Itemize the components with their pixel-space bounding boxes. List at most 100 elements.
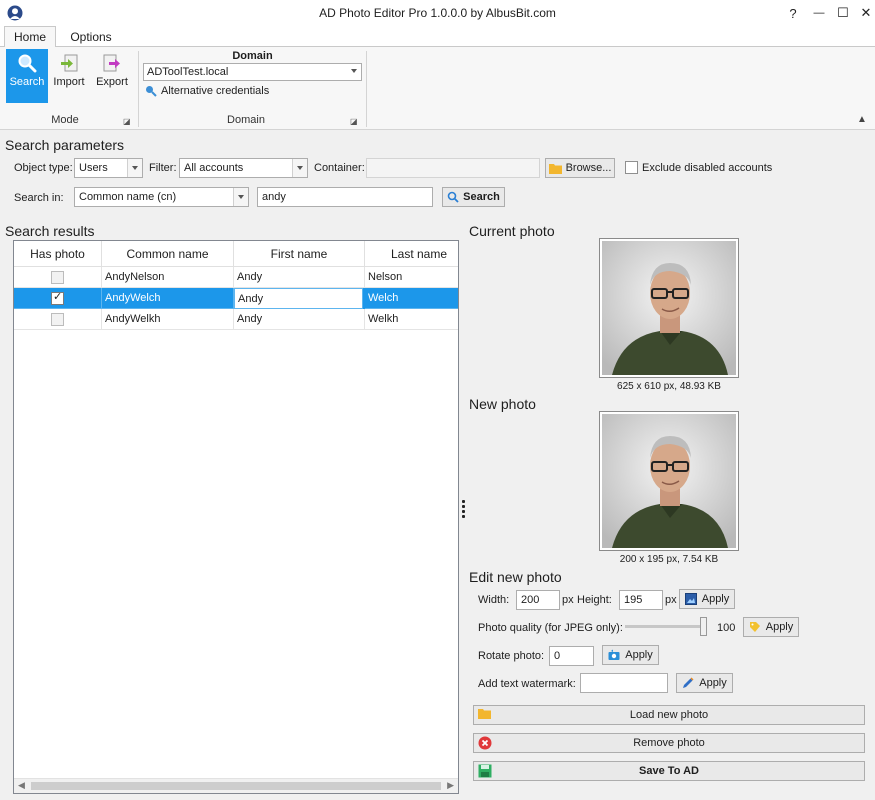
ribbon-tabs: Home Options bbox=[0, 26, 875, 46]
splitter-handle[interactable] bbox=[462, 500, 465, 518]
tab-options[interactable]: Options bbox=[62, 26, 120, 47]
ribbon-divider bbox=[138, 51, 139, 127]
help-button[interactable]: ? bbox=[780, 2, 806, 24]
remove-photo-label: Remove photo bbox=[633, 737, 705, 749]
rotate-label: Rotate photo: bbox=[478, 650, 544, 662]
apply-watermark-button[interactable]: Apply bbox=[676, 673, 733, 693]
first-name-cell: Andy bbox=[234, 288, 363, 309]
search-button[interactable]: Search bbox=[442, 187, 505, 207]
ribbon-divider bbox=[366, 51, 367, 127]
save-to-ad-label: Save To AD bbox=[639, 765, 699, 777]
height-input[interactable]: 195 bbox=[619, 590, 663, 610]
import-icon bbox=[59, 53, 79, 73]
window-title: AD Photo Editor Pro 1.0.0.0 by AlbusBit.… bbox=[0, 6, 875, 20]
scroll-right-icon[interactable]: ▶ bbox=[447, 780, 454, 791]
container-label: Container: bbox=[314, 162, 365, 174]
watermark-label: Add text watermark: bbox=[478, 678, 576, 690]
column-header-last-name[interactable]: Last name bbox=[365, 241, 459, 267]
quality-slider-track[interactable] bbox=[625, 625, 707, 628]
last-name-cell: Welkh bbox=[365, 309, 459, 330]
browse-label: Browse... bbox=[566, 162, 612, 174]
save-to-ad-button[interactable]: Save To AD bbox=[473, 761, 865, 781]
apply-quality-label: Apply bbox=[766, 621, 794, 633]
rotate-input[interactable]: 0 bbox=[549, 646, 594, 666]
filter-value: All accounts bbox=[184, 162, 243, 174]
chevron-down-icon bbox=[127, 159, 142, 177]
tab-home[interactable]: Home bbox=[4, 26, 56, 47]
column-header-has-photo[interactable]: Has photo bbox=[14, 241, 102, 267]
search-in-value: Common name (cn) bbox=[79, 191, 176, 203]
object-type-select[interactable]: Users bbox=[74, 158, 143, 178]
object-type-label: Object type: bbox=[14, 162, 73, 174]
export-button[interactable]: Export bbox=[91, 49, 133, 103]
rotate-camera-icon bbox=[608, 649, 620, 661]
search-mode-button[interactable]: Search bbox=[6, 49, 48, 103]
table-row[interactable]: AndyWelkh Andy Welkh bbox=[14, 309, 459, 330]
exclude-disabled-checkbox[interactable] bbox=[625, 161, 638, 174]
search-button-label: Search bbox=[463, 191, 500, 203]
has-photo-checkbox bbox=[51, 313, 64, 326]
has-photo-checkbox bbox=[51, 292, 64, 305]
folder-icon bbox=[549, 163, 562, 174]
close-button[interactable]: ✕ bbox=[853, 2, 875, 24]
watermark-input[interactable] bbox=[580, 673, 668, 693]
chevron-down-icon bbox=[292, 159, 307, 177]
first-name-cell: Andy bbox=[234, 309, 365, 330]
domain-select-value: ADToolTest.local bbox=[147, 66, 228, 78]
minimize-button[interactable]: — bbox=[806, 2, 832, 24]
filter-select[interactable]: All accounts bbox=[179, 158, 308, 178]
mode-launcher-icon[interactable]: ◪ bbox=[123, 117, 131, 126]
search-query-input[interactable]: andy bbox=[257, 187, 433, 207]
search-in-select[interactable]: Common name (cn) bbox=[74, 187, 249, 207]
search-mode-label: Search bbox=[10, 76, 45, 88]
last-name-cell: Welch bbox=[365, 288, 459, 309]
key-icon bbox=[145, 85, 157, 97]
width-input[interactable]: 200 bbox=[516, 590, 560, 610]
scroll-left-icon[interactable]: ◀ bbox=[18, 780, 25, 791]
apply-rotate-label: Apply bbox=[625, 649, 653, 661]
grid-header: Has photo Common name First name Last na… bbox=[14, 241, 459, 267]
table-row-selected[interactable]: AndyWelch Andy Welch bbox=[14, 288, 459, 309]
browse-button[interactable]: Browse... bbox=[545, 158, 615, 178]
has-photo-cell bbox=[14, 288, 102, 309]
collapse-ribbon-icon[interactable]: ▲ bbox=[857, 114, 867, 125]
pen-icon bbox=[682, 677, 694, 689]
export-label: Export bbox=[96, 76, 128, 88]
height-unit: px bbox=[665, 594, 677, 606]
last-name-cell: Nelson bbox=[365, 267, 459, 288]
load-new-photo-button[interactable]: Load new photo bbox=[473, 705, 865, 725]
magnifier-icon bbox=[17, 53, 37, 73]
common-name-cell: AndyNelson bbox=[102, 267, 234, 288]
remove-photo-button[interactable]: Remove photo bbox=[473, 733, 865, 753]
quality-value: 100 bbox=[717, 622, 735, 634]
apply-resize-button[interactable]: Apply bbox=[679, 589, 735, 609]
horizontal-scrollbar[interactable]: ◀ ▶ bbox=[14, 778, 458, 793]
container-field[interactable] bbox=[366, 158, 540, 178]
current-photo-image bbox=[602, 241, 736, 375]
search-results-title: Search results bbox=[5, 223, 94, 239]
apply-watermark-label: Apply bbox=[699, 677, 727, 689]
mode-group-label: Mode bbox=[0, 114, 130, 126]
export-icon bbox=[102, 53, 122, 73]
resize-image-icon bbox=[685, 593, 697, 605]
has-photo-cell bbox=[14, 309, 102, 330]
save-disk-icon bbox=[478, 764, 492, 778]
import-button[interactable]: Import bbox=[48, 49, 90, 103]
column-header-common-name[interactable]: Common name bbox=[102, 241, 234, 267]
current-photo-frame bbox=[599, 238, 739, 378]
scrollbar-thumb[interactable] bbox=[31, 782, 441, 790]
table-row[interactable]: AndyNelson Andy Nelson bbox=[14, 267, 459, 288]
column-header-first-name[interactable]: First name bbox=[234, 241, 365, 267]
apply-quality-button[interactable]: Apply bbox=[743, 617, 799, 637]
load-new-photo-label: Load new photo bbox=[630, 709, 708, 721]
chevron-down-icon bbox=[233, 188, 248, 206]
search-icon bbox=[447, 191, 459, 203]
alternative-credentials-link[interactable]: Alternative credentials bbox=[145, 85, 269, 97]
remove-x-icon bbox=[478, 736, 492, 750]
quality-slider-thumb[interactable] bbox=[700, 617, 707, 636]
domain-launcher-icon[interactable]: ◪ bbox=[350, 117, 358, 126]
apply-rotate-button[interactable]: Apply bbox=[602, 645, 659, 665]
domain-select[interactable]: ADToolTest.local bbox=[143, 63, 362, 81]
filter-label: Filter: bbox=[149, 162, 177, 174]
new-photo-image bbox=[602, 414, 736, 548]
